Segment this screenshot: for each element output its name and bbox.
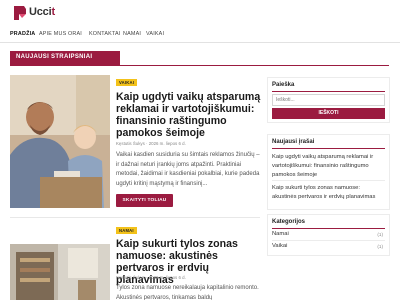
section-title: NAUJAUSI STRAIPSNIAI xyxy=(10,51,120,65)
nav-item-pradzia[interactable]: PRADŽIA xyxy=(10,31,35,37)
read-more-button[interactable]: SKAITYTI TOLIAU xyxy=(116,194,173,207)
search-input[interactable] xyxy=(272,94,385,106)
category-count: (1) xyxy=(377,244,383,249)
section-divider xyxy=(10,65,389,66)
site-header: Uccit xyxy=(0,0,400,28)
widget-divider xyxy=(272,228,385,229)
widget-title: Kategorijos xyxy=(272,219,306,225)
nav-item-namai[interactable]: NAMAI xyxy=(123,31,141,37)
widget-title: Naujausi įrašai xyxy=(272,139,315,145)
widget-title: Paieška xyxy=(272,82,295,88)
list-divider xyxy=(272,240,385,241)
widget-divider xyxy=(272,91,385,92)
post-image-room[interactable] xyxy=(10,244,110,300)
post-category-badge[interactable]: VAIKAI xyxy=(116,79,138,86)
post-category-badge[interactable]: NAMAI xyxy=(116,227,137,234)
nav-item-kontaktai[interactable]: KONTAKTAI xyxy=(89,31,121,37)
search-widget: Paieška IEŠKOTI xyxy=(267,77,390,123)
main-nav: PRADŽIA APIE MUS ORAI KONTAKTAI NAMAI VA… xyxy=(0,28,400,43)
post-meta: Kęstutis Šukys · 2026 m. liepos 6 d. xyxy=(116,275,186,280)
logo-icon[interactable] xyxy=(13,5,27,21)
category-link-vaikai[interactable]: Vaikai xyxy=(272,243,287,249)
recent-post-link[interactable]: Kaip ugdyti vaikų atsparumą reklamai ir … xyxy=(272,153,385,180)
post-excerpt: Tylos zona namuose nereikalauja kapitali… xyxy=(116,285,259,300)
nav-item-apie-mus[interactable]: APIE MUS xyxy=(39,31,66,37)
category-link-namai[interactable]: Namai xyxy=(272,231,289,237)
post-image-father-child[interactable] xyxy=(10,75,110,208)
post-divider xyxy=(10,217,260,218)
category-count: (1) xyxy=(377,232,383,237)
post-excerpt: Vaikai kasdien susiduria su šimtais rekl… xyxy=(116,152,260,187)
recent-posts-widget: Naujausi įrašai Kaip ugdyti vaikų atspar… xyxy=(267,134,390,210)
search-button[interactable]: IEŠKOTI xyxy=(272,108,385,119)
nav-item-vaikai[interactable]: VAIKAI xyxy=(146,31,164,37)
list-divider xyxy=(272,180,385,181)
nav-item-orai[interactable]: ORAI xyxy=(68,31,82,37)
widget-divider xyxy=(272,148,385,149)
post-meta: Kęstutis Šukys · 2026 m. liepos 6 d. xyxy=(116,141,186,146)
post-title[interactable]: Kaip ugdyti vaikų atsparumą reklamai ir … xyxy=(116,91,261,139)
recent-post-link[interactable]: Kaip sukurti tylos zonas namuose: akusti… xyxy=(272,184,385,202)
categories-widget: Kategorijos Namai (1) Vaikai (1) xyxy=(267,214,390,256)
site-logo-text[interactable]: Uccit xyxy=(29,6,55,18)
